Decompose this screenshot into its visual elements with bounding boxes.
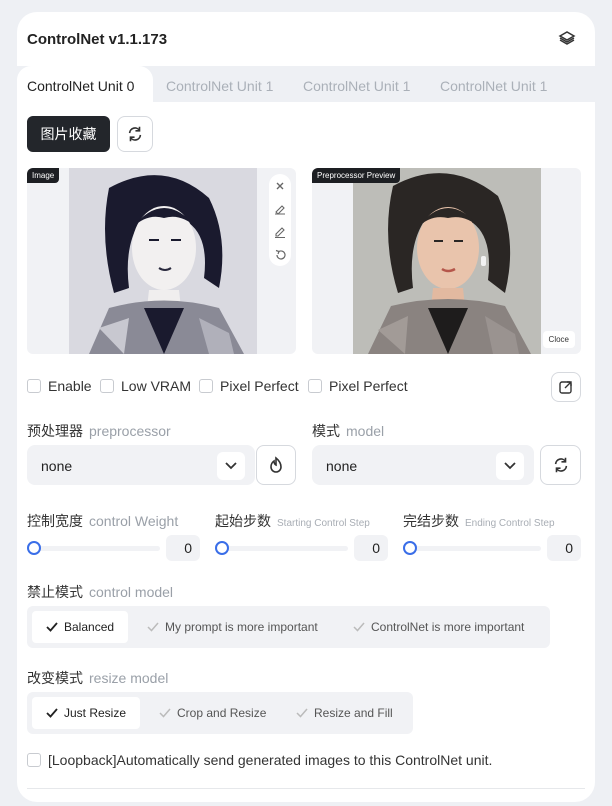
gallery-button[interactable]: 图片收藏 — [27, 116, 110, 152]
undo-icon[interactable] — [273, 248, 287, 262]
control-mode-balanced[interactable]: Balanced — [32, 611, 129, 643]
check-icon — [353, 622, 365, 632]
ending-step-label: 完结步数 Ending Control Step — [403, 513, 555, 529]
resize-mode-just-resize[interactable]: Just Resize — [32, 697, 141, 729]
starting-step-slider[interactable]: 0 — [215, 535, 388, 561]
check-icon — [147, 622, 159, 632]
chevron-down-icon — [217, 452, 245, 480]
control-mode-prompt[interactable]: My prompt is more important — [147, 611, 318, 643]
preview-close-button[interactable]: Cloce — [542, 331, 575, 348]
refresh-button[interactable] — [117, 116, 153, 152]
controlnet-card: ControlNet v1.1.173 ControlNet Unit 0 Co… — [17, 12, 595, 802]
resize-mode-fill[interactable]: Resize and Fill — [296, 697, 393, 729]
tab-unit-0[interactable]: ControlNet Unit 0 — [17, 66, 153, 104]
image-input-panel[interactable]: Image — [27, 168, 296, 354]
check-icon — [46, 622, 58, 632]
send-image-icon — [559, 381, 572, 394]
loopback-label: [Loopback]Automatically send generated i… — [48, 752, 493, 768]
input-image — [69, 168, 257, 354]
model-value: none — [326, 458, 358, 474]
loopback-option[interactable]: [Loopback]Automatically send generated i… — [27, 752, 492, 768]
chevron-down-icon — [496, 452, 524, 480]
app-title: ControlNet v1.1.173 — [27, 31, 168, 48]
preprocessor-select[interactable]: none — [27, 445, 255, 485]
preview-tag: Preprocessor Preview — [312, 168, 401, 183]
control-weight-slider[interactable]: 0 — [27, 535, 200, 561]
starting-step-value[interactable]: 0 — [354, 535, 388, 561]
stack-menu-icon[interactable] — [557, 28, 577, 48]
bottom-divider — [27, 788, 585, 789]
image-tools — [269, 174, 291, 266]
checkbox-pixel-perfect[interactable]: Pixel Perfect — [199, 376, 299, 396]
brush-icon[interactable] — [273, 202, 287, 216]
checkbox-pixel-perfect-2[interactable]: Pixel Perfect — [308, 376, 408, 396]
checkbox-low-vram[interactable]: Low VRAM — [100, 376, 191, 396]
slider-thumb[interactable] — [215, 541, 229, 555]
refresh-models-button[interactable] — [540, 445, 581, 485]
enable-checkbox[interactable] — [27, 379, 41, 393]
check-icon — [296, 708, 308, 718]
check-icon — [46, 708, 58, 718]
image-tag: Image — [27, 168, 60, 183]
slider-thumb[interactable] — [403, 541, 417, 555]
pixel-perfect-2-checkbox[interactable] — [308, 379, 322, 393]
slider-track — [409, 546, 541, 551]
close-icon[interactable] — [273, 179, 287, 193]
loopback-checkbox[interactable] — [27, 753, 41, 767]
check-icon — [159, 708, 171, 718]
send-to-image-button[interactable] — [551, 372, 581, 402]
low-vram-checkbox[interactable] — [100, 379, 114, 393]
control-mode-controlnet[interactable]: ControlNet is more important — [353, 611, 524, 643]
fire-icon — [270, 456, 282, 473]
edit-icon[interactable] — [273, 225, 287, 239]
checkbox-enable[interactable]: Enable — [27, 376, 92, 396]
preprocessor-preview-panel: Preprocessor Preview Cloce — [312, 168, 581, 354]
pixel-perfect-checkbox[interactable] — [199, 379, 213, 393]
low-vram-label: Low VRAM — [121, 378, 192, 394]
preprocessor-label: 预处理器 preprocessor — [27, 423, 171, 439]
control-weight-label: 控制宽度 control Weight — [27, 513, 179, 529]
resize-mode-segmented: Just Resize Crop and Resize Resize and F… — [27, 692, 413, 734]
enable-label: Enable — [48, 378, 92, 394]
unit-tab-bar: ControlNet Unit 0 ControlNet Unit 1 Cont… — [17, 66, 595, 104]
model-select[interactable]: none — [312, 445, 534, 485]
tab-unit-2[interactable]: ControlNet Unit 1 — [293, 66, 420, 102]
tab-unit-3[interactable]: ControlNet Unit 1 — [430, 66, 557, 102]
preview-image — [353, 168, 541, 354]
pixel-perfect-label: Pixel Perfect — [220, 378, 299, 394]
slider-track — [221, 546, 348, 551]
run-preprocessor-button[interactable] — [256, 445, 296, 485]
model-label: 模式 model — [312, 423, 385, 439]
pixel-perfect-2-label: Pixel Perfect — [329, 378, 408, 394]
refresh-icon — [554, 457, 567, 473]
slider-thumb[interactable] — [27, 541, 41, 555]
ending-step-value[interactable]: 0 — [547, 535, 581, 561]
slider-track — [33, 546, 160, 551]
resize-mode-crop[interactable]: Crop and Resize — [159, 697, 266, 729]
ending-step-slider[interactable]: 0 — [403, 535, 581, 561]
resize-mode-label: 改变模式 resize model — [27, 670, 169, 686]
tab-unit-1[interactable]: ControlNet Unit 1 — [156, 66, 283, 102]
control-weight-value[interactable]: 0 — [166, 535, 200, 561]
preprocessor-value: none — [41, 458, 73, 474]
control-mode-label: 禁止模式 control model — [27, 584, 174, 600]
starting-step-label: 起始步数 Starting Control Step — [215, 513, 370, 529]
refresh-icon — [128, 126, 142, 142]
control-mode-segmented: Balanced My prompt is more important Con… — [27, 606, 550, 648]
